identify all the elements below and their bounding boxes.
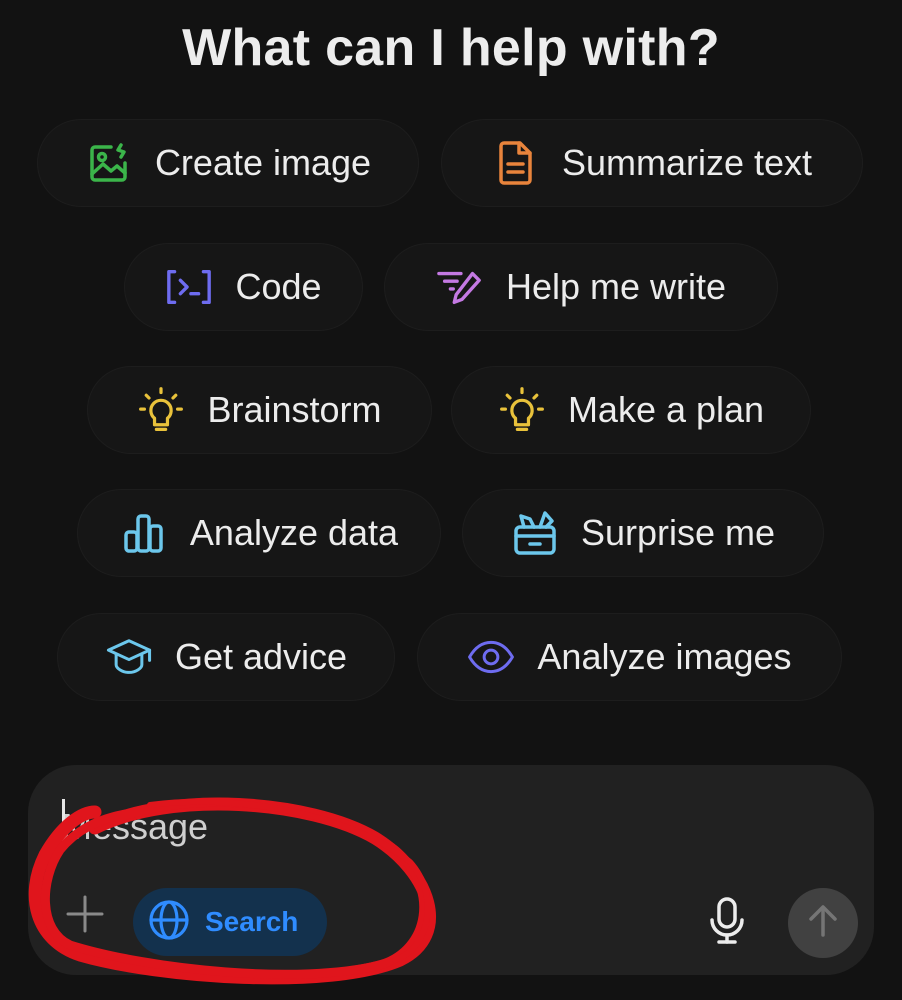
suggestion-get-advice[interactable]: Get advice xyxy=(58,614,394,700)
suggestion-analyze-images[interactable]: Analyze images xyxy=(418,614,841,700)
eye-icon xyxy=(467,633,515,681)
graduation-cap-icon xyxy=(105,633,153,681)
add-attachment-button[interactable] xyxy=(62,893,108,939)
suggestion-create-image[interactable]: Create image xyxy=(38,120,418,206)
page-title: What can I help with? xyxy=(182,19,720,77)
suggestion-label: Summarize text xyxy=(561,142,813,183)
suggestion-label: Help me write xyxy=(505,266,727,307)
globe-icon xyxy=(147,898,191,947)
voice-input-button[interactable] xyxy=(702,896,752,951)
lightbulb-icon xyxy=(498,386,546,434)
suggestion-label: Create image xyxy=(154,142,372,183)
code-icon xyxy=(165,263,213,311)
suggestion-label: Get advice xyxy=(174,636,348,677)
search-label: Search xyxy=(205,906,299,937)
bar-chart-icon xyxy=(120,509,168,557)
suggestion-label: Make a plan xyxy=(567,389,765,430)
search-toggle-button[interactable]: Search xyxy=(133,888,327,956)
text-cursor xyxy=(62,799,65,843)
send-button[interactable] xyxy=(788,888,858,958)
suggestion-label: Analyze images xyxy=(537,636,792,677)
message-composer: Search xyxy=(28,765,874,975)
lightbulb-icon xyxy=(137,386,185,434)
suggestion-code[interactable]: Code xyxy=(125,244,362,330)
suggestion-help-me-write[interactable]: Help me write xyxy=(385,244,777,330)
suggestion-summarize-text[interactable]: Summarize text xyxy=(442,120,862,206)
suggestion-make-a-plan[interactable]: Make a plan xyxy=(452,367,810,453)
arrow-up-icon xyxy=(805,903,841,944)
message-input[interactable] xyxy=(62,799,662,855)
suggestion-label: Code xyxy=(235,266,322,307)
plus-icon xyxy=(65,894,105,939)
suggestion-label: Analyze data xyxy=(189,512,399,553)
suggestion-analyze-data[interactable]: Analyze data xyxy=(78,490,440,576)
suggestion-label: Brainstorm xyxy=(207,389,382,430)
microphone-icon xyxy=(707,896,747,951)
suggestion-surprise-me[interactable]: Surprise me xyxy=(463,490,823,576)
suggestion-brainstorm[interactable]: Brainstorm xyxy=(88,367,431,453)
document-icon xyxy=(492,139,540,187)
create-image-icon xyxy=(85,139,133,187)
gift-box-icon xyxy=(511,509,559,557)
suggestion-label: Surprise me xyxy=(580,512,776,553)
pen-icon xyxy=(436,263,484,311)
